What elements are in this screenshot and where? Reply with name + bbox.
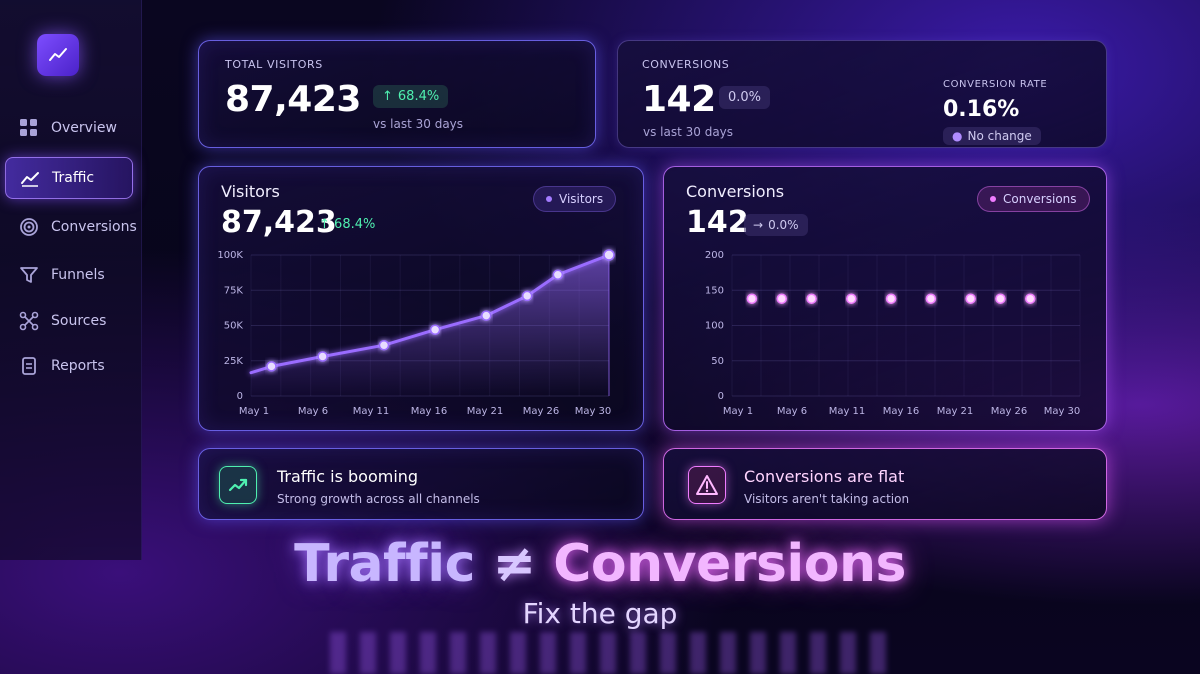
- insight-card-traffic[interactable]: Traffic is booming Strong growth across …: [198, 448, 644, 520]
- kpi-period: vs last 30 days: [373, 117, 464, 131]
- x-tick-label: May 26: [523, 406, 560, 417]
- conversions-chart: 0 50 100 150 200 May 1 May 6 May 11 May 16 May 21…: [705, 250, 1081, 417]
- x-tick-label: May 21: [937, 406, 974, 417]
- conversion-rate-value: 0.16%: [943, 97, 1020, 122]
- sidebar-item-label: Conversions: [51, 219, 137, 235]
- target-icon: [20, 218, 38, 236]
- y-tick-label: 25K: [224, 356, 244, 367]
- data-point: [925, 293, 937, 304]
- change-badge: ↑ 68.4%: [373, 85, 449, 108]
- insight-title: Traffic is booming: [277, 467, 419, 486]
- y-tick-label: 200: [705, 250, 724, 261]
- y-tick-label: 150: [705, 285, 724, 296]
- data-point: [521, 290, 533, 302]
- data-point: [776, 293, 787, 304]
- y-tick-label: 50K: [224, 321, 244, 332]
- kpi-card-visitors[interactable]: TOTAL VISITORS 87,423 ↑ 68.4% vs last 30…: [198, 40, 596, 148]
- sidebar-item-label: Funnels: [51, 267, 105, 283]
- trend-line-icon: [49, 48, 67, 61]
- grid-icon: [20, 119, 37, 136]
- data-point: [378, 339, 390, 351]
- x-tick-label: May 1: [239, 406, 269, 417]
- x-tick-label: May 11: [353, 406, 390, 417]
- arrow-up-icon: ↑: [382, 89, 393, 104]
- status-badge: ● No change: [943, 127, 1041, 145]
- data-point: [965, 293, 976, 304]
- insight-subtitle: Strong growth across all channels: [277, 492, 480, 506]
- sidebar-item-conversions[interactable]: Conversions: [5, 206, 137, 248]
- data-point: [603, 249, 615, 261]
- data-point: [317, 351, 328, 362]
- sidebar-item-sources[interactable]: Sources: [5, 300, 133, 342]
- insight-subtitle: Visitors aren't taking action: [744, 492, 910, 506]
- x-tick-label: May 16: [883, 406, 920, 417]
- data-point: [806, 293, 817, 304]
- logo[interactable]: [37, 34, 79, 76]
- sidebar-item-label: Sources: [51, 313, 107, 329]
- headline-subtitle: Fix the gap: [522, 597, 678, 630]
- data-point: [429, 324, 441, 335]
- y-tick-label: 0: [237, 391, 243, 402]
- document-icon: [22, 357, 36, 375]
- headline-conversions: Conversions: [553, 534, 906, 594]
- x-tick-label: May 16: [411, 406, 448, 417]
- x-tick-label: May 26: [991, 406, 1028, 417]
- floor-reflection: [330, 632, 890, 674]
- kpi-label: CONVERSIONS: [642, 58, 730, 71]
- kpi-card-conversions[interactable]: CONVERSIONS 142 0.0% vs last 30 days CON…: [617, 40, 1107, 148]
- conversion-rate-label: CONVERSION RATE: [943, 79, 1048, 90]
- x-tick-label: May 21: [467, 406, 504, 417]
- conversions-chart-card: Conversions 142 → 0.0% Conversions 0 50 10…: [663, 166, 1107, 431]
- funnel-icon: [20, 267, 38, 283]
- x-tick-label: May 30: [1044, 406, 1081, 417]
- x-tick-label: May 6: [298, 406, 328, 417]
- trend-line-icon: [21, 172, 39, 187]
- sidebar-item-overview[interactable]: Overview: [5, 107, 133, 149]
- y-tick-label: 100K: [217, 250, 243, 261]
- y-tick-label: 75K: [224, 285, 244, 296]
- data-point: [995, 293, 1006, 304]
- headline-traffic: Traffic: [294, 534, 475, 594]
- sidebar-item-traffic[interactable]: Traffic: [5, 157, 133, 199]
- trend-up-icon: [219, 466, 257, 504]
- nodes-icon: [19, 311, 39, 331]
- x-tick-label: May 1: [723, 406, 753, 417]
- sidebar-item-label: Reports: [51, 358, 105, 374]
- insight-card-conversions[interactable]: Conversions are flat Visitors aren't tak…: [663, 448, 1107, 520]
- y-tick-label: 0: [718, 391, 724, 402]
- kpi-period: vs last 30 days: [643, 125, 734, 139]
- warning-icon: [688, 466, 726, 504]
- visitors-chart-card: Visitors 87,423 ↑ 68.4% Visitors 0 25K 50K…: [198, 166, 644, 431]
- data-point: [885, 293, 897, 304]
- sidebar-item-label: Traffic: [52, 170, 95, 186]
- x-tick-label: May 30: [575, 406, 612, 417]
- sidebar: Overview Traffic Conversions Funnels Sou…: [0, 0, 142, 560]
- data-point: [266, 361, 277, 372]
- insight-title: Conversions are flat: [744, 467, 905, 486]
- data-point: [481, 310, 492, 321]
- x-tick-label: May 6: [777, 406, 807, 417]
- data-point: [746, 293, 758, 304]
- y-tick-label: 100: [705, 321, 724, 332]
- data-point: [1025, 293, 1036, 304]
- change-badge: 0.0%: [719, 86, 771, 109]
- x-tick-label: May 11: [829, 406, 866, 417]
- visitors-chart: 0 25K 50K 75K 100K May 1 May 6 May 11 May 16 May …: [217, 249, 615, 417]
- dot-icon: ●: [952, 129, 963, 143]
- sidebar-item-funnels[interactable]: Funnels: [5, 254, 133, 296]
- not-equal-symbol: ≠: [492, 534, 537, 594]
- y-tick-label: 50: [711, 356, 724, 367]
- kpi-label: TOTAL VISITORS: [225, 58, 323, 71]
- sidebar-item-reports[interactable]: Reports: [5, 345, 133, 387]
- data-point: [552, 269, 564, 280]
- kpi-value: 142: [642, 79, 716, 120]
- kpi-value: 87,423: [225, 79, 361, 120]
- dashboard: Overview Traffic Conversions Funnels Sou…: [0, 0, 1200, 674]
- data-point: [846, 293, 857, 304]
- headline: Traffic ≠ Conversions: [0, 534, 1200, 594]
- sidebar-item-label: Overview: [51, 120, 117, 136]
